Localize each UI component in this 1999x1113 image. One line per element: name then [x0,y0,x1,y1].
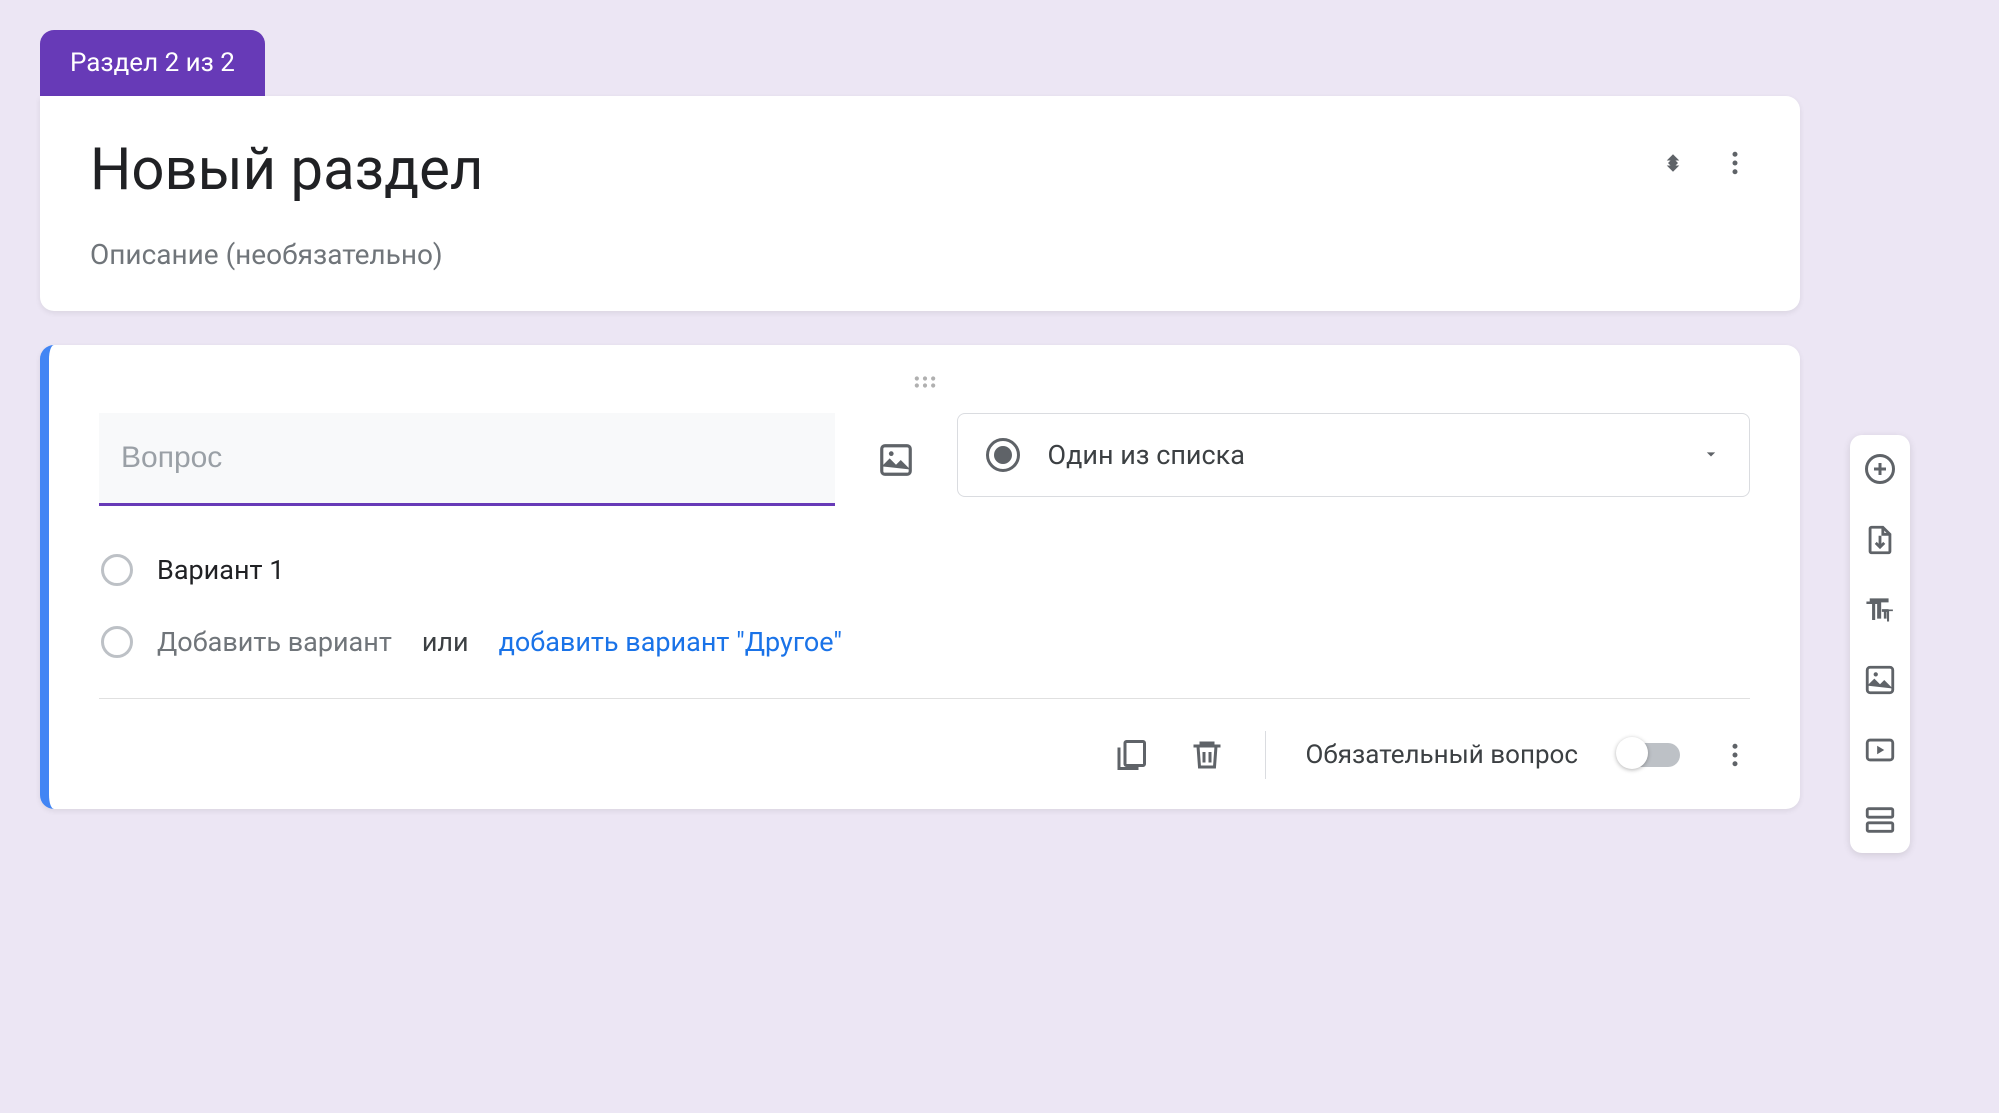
question-title-input[interactable] [99,413,835,506]
divider [99,698,1750,699]
or-text: или [422,626,469,658]
add-option-button[interactable]: Добавить вариант [157,626,392,658]
add-image-icon[interactable] [1863,663,1897,697]
add-question-image-icon[interactable] [867,413,925,479]
import-questions-icon[interactable] [1863,523,1897,557]
svg-text:T: T [1883,606,1893,626]
option-label[interactable]: Вариант 1 [157,554,284,586]
drag-handle-icon[interactable] [99,373,1750,395]
svg-text:T: T [1866,597,1882,627]
add-option-row: Добавить вариант или добавить вариант "Д… [101,626,1750,658]
section-header-row: Новый раздел [90,136,1750,204]
delete-icon[interactable] [1189,737,1225,773]
add-question-icon[interactable] [1862,451,1898,487]
radio-empty-icon [101,626,133,658]
section-header-actions [1658,136,1750,178]
section-badge: Раздел 2 из 2 [40,30,265,96]
section-title[interactable]: Новый раздел [90,136,1658,204]
more-vert-icon[interactable] [1720,148,1750,178]
question-input-wrap [99,413,835,506]
question-card: Один из списка Вариант 1 Добавить вариан… [40,345,1800,809]
section-header-card: Новый раздел Описание (необязательно) [40,96,1800,311]
required-toggle[interactable] [1618,743,1680,767]
duplicate-icon[interactable] [1113,737,1149,773]
more-vert-icon[interactable] [1720,740,1750,770]
question-type-label: Один из списка [1048,439,1674,471]
radio-icon [986,438,1020,472]
options-list: Вариант 1 Добавить вариант или добавить … [99,554,1750,658]
caret-down-icon [1701,439,1721,471]
add-video-icon[interactable] [1863,733,1897,767]
required-label: Обязательный вопрос [1306,740,1578,770]
side-toolbar: TT [1850,435,1910,853]
question-header-row: Один из списка [99,413,1750,506]
section-description[interactable]: Описание (необязательно) [90,238,1750,271]
question-type-dropdown[interactable]: Один из списка [957,413,1751,497]
collapse-section-icon[interactable] [1658,148,1688,178]
form-editor: Раздел 2 из 2 Новый раздел Описание (нео… [40,30,1800,809]
add-section-icon[interactable] [1863,803,1897,837]
vertical-divider [1265,731,1266,779]
add-title-icon[interactable]: TT [1863,593,1897,627]
question-footer: Обязательный вопрос [99,719,1750,791]
option-row[interactable]: Вариант 1 [101,554,1750,586]
add-other-link[interactable]: добавить вариант "Другое" [499,626,843,658]
radio-empty-icon [101,554,133,586]
